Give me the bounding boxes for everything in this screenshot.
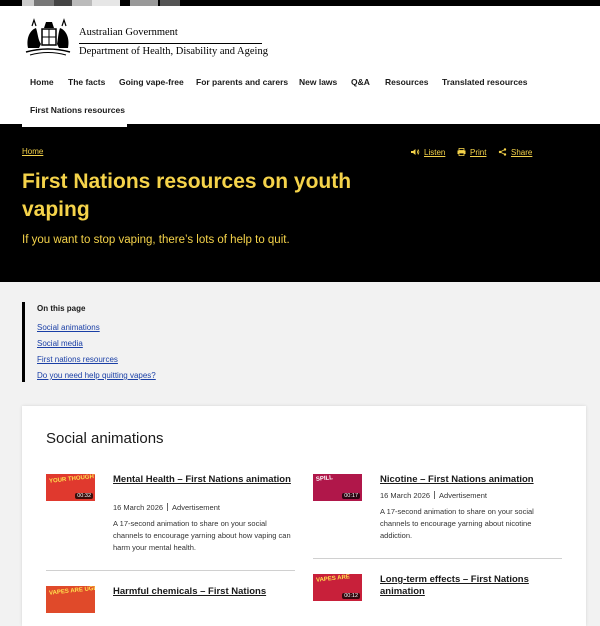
print-label: Print [470,148,487,157]
item-meta: 16 March 2026 Advertisement [380,491,487,500]
list-item: SPILL 00:17 Nicotine – First Nations ani… [313,474,563,554]
item-date: 16 March 2026 [380,491,431,500]
page-hero: Home First Nations resources on youth va… [0,124,600,282]
department-name: Department of Health, Disability and Age… [79,43,268,57]
share-button[interactable]: Share [498,148,532,157]
item-title-link[interactable]: Harmful chemicals – First Nations [113,586,293,598]
toc-heading: On this page [37,304,86,313]
video-duration: 00:17 [342,493,360,499]
nav-home[interactable]: Home [30,77,54,87]
thumbnail-caption: YOUR THOUGHTS [48,474,95,485]
share-icon [498,148,507,156]
thumbnail-caption: VAPES ARE UGLY [48,586,95,597]
nav-new-laws[interactable]: New laws [299,77,337,87]
page-subtitle: If you want to stop vaping, there’s lots… [22,234,290,246]
speaker-icon [411,149,420,155]
section-title: Social animations [46,430,164,447]
listen-label: Listen [424,148,446,157]
listen-button[interactable]: Listen [411,148,445,157]
video-thumbnail[interactable]: YOUR THOUGHTS 00:32 [46,474,95,501]
toc-link-help-quitting[interactable]: Do you need help quitting vapes? [37,371,156,380]
print-button[interactable]: Print [457,148,486,157]
page-title: First Nations resources on youth vaping [22,170,352,221]
nav-for-parents-and-carers[interactable]: For parents and carers [196,77,288,87]
active-nav-indicator [22,124,127,127]
coat-of-arms-icon [25,18,71,56]
item-title-link[interactable]: Mental Health – First Nations animation [113,474,293,486]
video-thumbnail[interactable]: SPILL 00:17 [313,474,362,501]
toc-link-first-nations-resources[interactable]: First nations resources [37,355,118,364]
government-logo[interactable]: Australian Government Department of Heal… [22,18,272,60]
nav-going-vape-free[interactable]: Going vape-free [119,77,184,87]
list-item: YOUR THOUGHTS 00:32 Mental Health – Firs… [46,474,296,564]
item-meta: 16 March 2026 Advertisement [113,503,220,512]
breadcrumb-home[interactable]: Home [22,147,43,156]
item-type: Advertisement [172,503,220,512]
item-divider [46,570,295,571]
site-header: Australian Government Department of Heal… [0,6,600,124]
item-type: Advertisement [439,491,487,500]
toc-link-social-media[interactable]: Social media [37,339,83,348]
social-animations-card: Social animations YOUR THOUGHTS 00:32 Me… [22,406,586,626]
printer-icon [457,148,466,156]
toc-link-social-animations[interactable]: Social animations [37,323,100,332]
nav-qa[interactable]: Q&A [351,77,370,87]
item-description: A 17-second animation to share on your s… [113,519,291,552]
nav-the-facts[interactable]: The facts [68,77,105,87]
video-duration: 00:32 [75,493,93,499]
item-title-link[interactable]: Nicotine – First Nations animation [380,474,555,486]
list-item: VAPES ARE 00:12 Long-term effects – Firs… [313,574,563,614]
on-this-page: On this page Social animations Social me… [22,302,325,382]
nav-resources[interactable]: Resources [385,77,428,87]
video-duration: 00:12 [342,593,360,599]
item-date: 16 March 2026 [113,503,164,512]
item-divider [313,558,562,559]
government-name: Australian Government [79,27,178,38]
share-label: Share [511,148,533,157]
item-title-link[interactable]: Long-term effects – First Nations animat… [380,574,555,598]
thumbnail-caption: SPILL [315,475,334,483]
nav-first-nations-resources[interactable]: First Nations resources [30,105,125,115]
video-thumbnail[interactable]: VAPES ARE 00:12 [313,574,362,601]
nav-translated-resources[interactable]: Translated resources [442,77,528,87]
item-description: A 17-second animation to share on your s… [380,507,534,540]
thumbnail-caption: VAPES ARE [315,574,351,584]
list-item: VAPES ARE UGLY Harmful chemicals – First… [46,586,296,616]
